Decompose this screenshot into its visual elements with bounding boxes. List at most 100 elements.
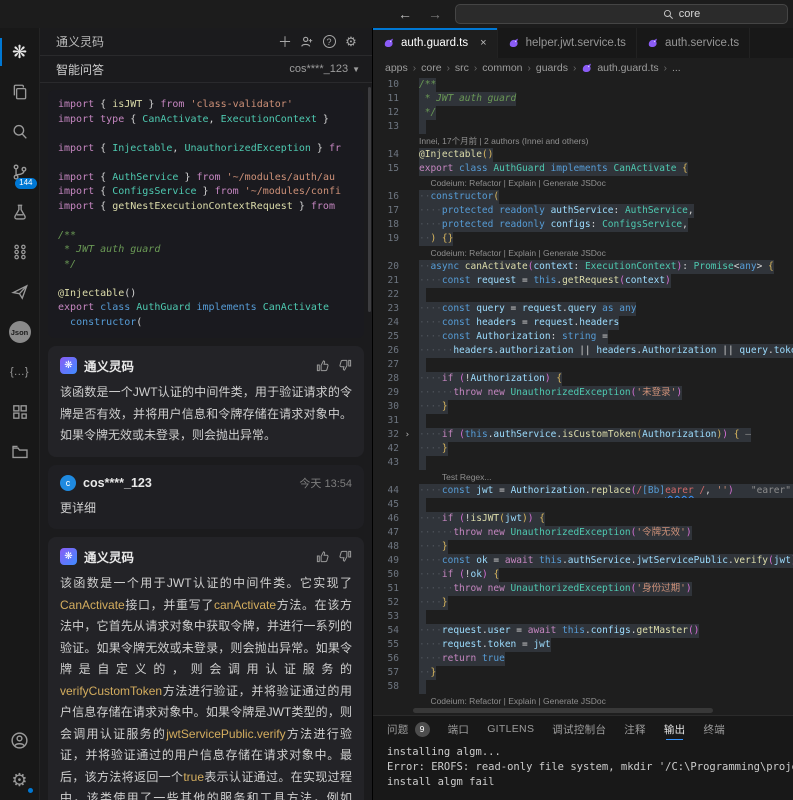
codelens[interactable]: Codeium: Refactor | Explain | Generate J… [373, 694, 793, 708]
vscode-window: ← → core ❋ 144 [0, 0, 793, 800]
sidebar-item-lingma[interactable]: ❋ [0, 32, 40, 72]
help-button[interactable]: ? [318, 31, 340, 53]
chat-message-list[interactable]: import { isJWT } from 'class-validator'i… [40, 83, 372, 800]
panel-tab[interactable]: 端口 [448, 716, 470, 742]
account-dropdown[interactable]: cos****_123 ▼ [289, 63, 360, 75]
code-line: import { ConfigsService } from '~/module… [58, 185, 354, 200]
horizontal-scrollbar[interactable] [413, 708, 713, 713]
sidebar-item-json[interactable]: Json [0, 312, 40, 352]
settings-button[interactable]: ⚙ [0, 760, 40, 800]
code-line: @Injectable() [58, 287, 354, 302]
editor-tab[interactable]: helper.jwt.service.ts [498, 28, 637, 58]
sidebar-item-extensions[interactable] [0, 392, 40, 432]
code-line [58, 214, 354, 229]
extensions-icon [11, 403, 29, 421]
breadcrumb-item[interactable]: auth.guard.ts [581, 62, 658, 74]
breadcrumb-item[interactable]: core [421, 62, 441, 74]
panel-tab[interactable]: 输出 [664, 716, 686, 742]
command-center-search[interactable]: core [455, 4, 788, 24]
code-line: 52····} [373, 596, 793, 610]
inline-code[interactable]: verifyCustomToken [60, 684, 162, 698]
sidebar-item-dots-grid[interactable] [0, 232, 40, 272]
panel-tab[interactable]: 注释 [624, 716, 646, 742]
code-line: 45 [373, 498, 793, 512]
panel-tab[interactable]: GITLENS [487, 716, 534, 742]
panel-tab[interactable]: 终端 [703, 716, 725, 742]
folder-icon [11, 443, 29, 461]
beaker-icon [11, 203, 29, 221]
chat-scrollbar[interactable] [368, 87, 371, 312]
codelens[interactable]: Codeium: Refactor | Explain | Generate J… [373, 176, 793, 190]
inline-code[interactable]: canActivate [214, 598, 276, 612]
sidebar-item-explorer[interactable] [0, 72, 40, 112]
code-line: 57··} [373, 666, 793, 680]
chat-settings-button[interactable]: ⚙ [340, 31, 362, 53]
account-name: cos****_123 [289, 63, 348, 75]
breadcrumb-item[interactable]: guards [536, 62, 568, 74]
chevron-right-icon: › [474, 63, 477, 74]
inline-code[interactable]: true [183, 770, 204, 784]
invite-button[interactable] [296, 31, 318, 53]
code-line: import { AuthService } from '~/modules/a… [58, 171, 354, 186]
file-type-icon [383, 37, 395, 49]
editor-tab[interactable]: auth.guard.ts × [373, 28, 498, 58]
chevron-down-icon: ▼ [352, 65, 360, 74]
code-line: 11 * JWT auth guard [373, 92, 793, 106]
code-editor[interactable]: 10/**11 * JWT auth guard12 */13Innei, 17… [373, 78, 793, 715]
sidebar-item-send[interactable] [0, 272, 40, 312]
breadcrumb-item[interactable]: common [482, 62, 522, 74]
breadcrumb-item[interactable]: src [455, 62, 469, 74]
output-line: install algm fail [387, 775, 779, 790]
thumb-down-icon[interactable] [339, 550, 352, 563]
sidebar-item-testing[interactable] [0, 192, 40, 232]
code-line: import { isJWT } from 'class-validator' [58, 98, 354, 113]
editor-tabs: auth.guard.ts × helper.jwt.service.ts auth.… [373, 28, 793, 58]
account-icon [10, 731, 29, 750]
editor-tab[interactable]: auth.service.ts [637, 28, 750, 58]
tab-label: auth.service.ts [665, 37, 739, 49]
codelens[interactable]: Innei, 17个月前 | 2 authors (Innei and othe… [373, 134, 793, 148]
panel-tab[interactable]: 调试控制台 [552, 716, 606, 742]
code-line: constructor( [58, 316, 354, 331]
chevron-right-icon: › [447, 63, 450, 74]
chat-section-header: 智能问答 cos****_123 ▼ [40, 56, 372, 83]
thumb-up-icon[interactable] [316, 550, 329, 563]
code-line: 27 [373, 358, 793, 372]
sidebar-item-source-control[interactable]: 144 [0, 152, 40, 192]
breadcrumb-item[interactable]: apps [385, 62, 408, 74]
panel-tab[interactable]: 问题9 [387, 716, 430, 742]
close-icon[interactable]: × [480, 37, 486, 49]
json-badge-icon: Json [9, 321, 31, 343]
output-line: Error: EROFS: read-only file system, mkd… [387, 760, 779, 775]
code-line: */ [58, 258, 354, 273]
fold-chevron-icon[interactable]: › [405, 428, 410, 442]
lingma-avatar-icon: ❋ [60, 357, 77, 374]
assistant-message: ❋ 通义灵码 该函数是一个JWT认证的中间件类，用于验证请求的令牌是否有效，并将… [48, 346, 364, 457]
inline-code[interactable]: CanActivate [60, 598, 125, 612]
code-line: export class AuthGuard implements CanAct… [58, 301, 354, 316]
nav-forward-icon[interactable]: → [425, 6, 445, 22]
bottom-panel: 问题9 端口 GITLENS 调试控制台注释输出终端 installing algm.… [373, 715, 793, 800]
thumb-up-icon[interactable] [316, 359, 329, 372]
new-chat-button[interactable]: ＋ [274, 31, 296, 53]
tab-label: helper.jwt.service.ts [526, 37, 626, 49]
nav-back-icon[interactable]: ← [395, 6, 415, 22]
file-type-icon [508, 37, 520, 49]
output-log[interactable]: installing algm...Error: EROFS: read-onl… [373, 742, 793, 800]
code-line: import type { CanActivate, ExecutionCont… [58, 113, 354, 128]
sidebar-item-search[interactable] [0, 112, 40, 152]
sidebar-item-folder[interactable] [0, 432, 40, 472]
code-line: 46····if (!isJWT(jwt)) { [373, 512, 793, 526]
tab-label: auth.guard.ts [401, 37, 468, 49]
lingma-avatar-icon: ❋ [60, 548, 77, 565]
activity-bar: ❋ 144 Json {...} [0, 28, 40, 800]
message-timestamp: 今天 13:54 [299, 475, 352, 491]
breadcrumb-item[interactable]: ... [672, 62, 681, 74]
inline-code[interactable]: jwtServicePublic.verify [166, 727, 285, 741]
account-button[interactable] [0, 720, 40, 760]
sidebar-item-braces[interactable]: {...} [0, 352, 40, 392]
codelens[interactable]: Codeium: Refactor | Explain | Generate J… [373, 246, 793, 260]
codelens[interactable]: Test Regex... [373, 470, 793, 484]
thumb-down-icon[interactable] [339, 359, 352, 372]
chevron-right-icon: › [413, 63, 416, 74]
